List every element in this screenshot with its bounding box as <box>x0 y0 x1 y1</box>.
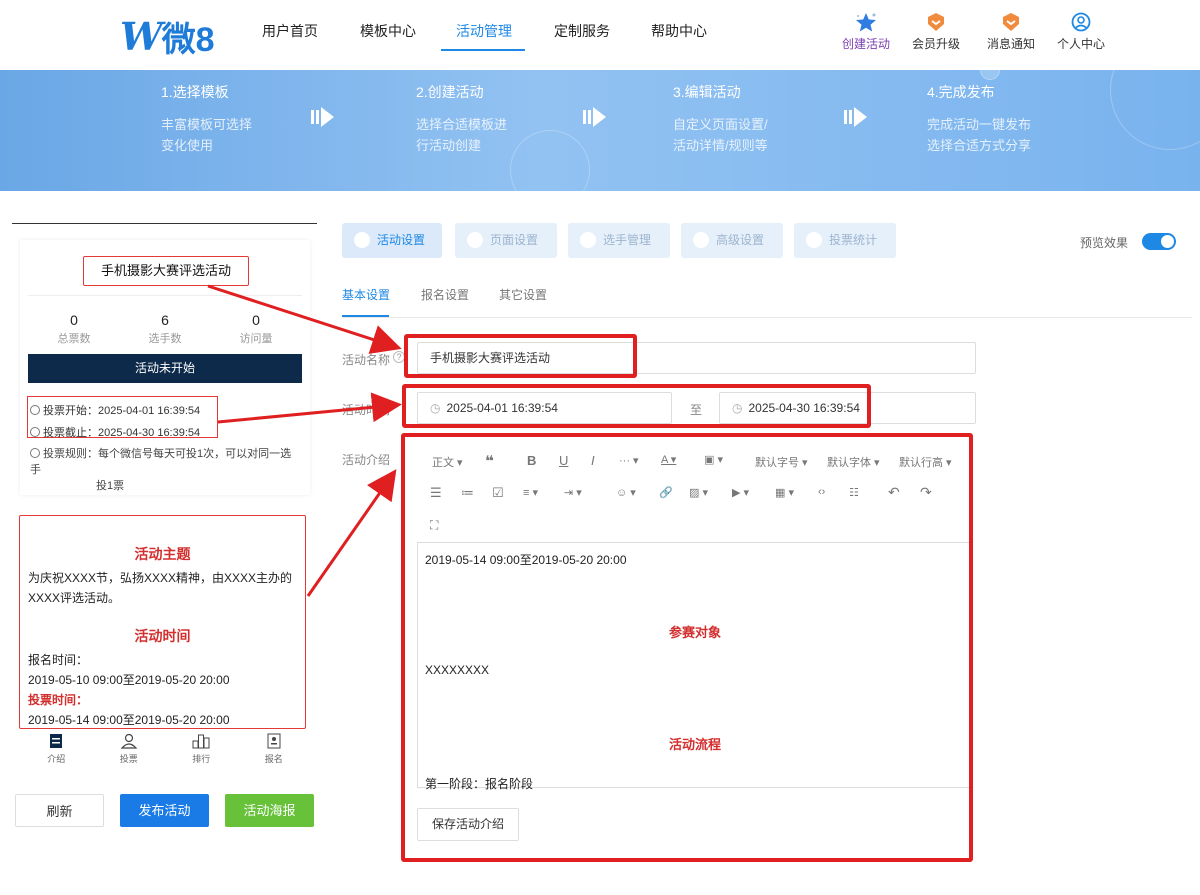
arrow-title-to-name <box>207 284 402 354</box>
annotation-arrows <box>207 284 402 597</box>
arrow-vote-to-time <box>217 392 402 424</box>
arrow-intro-to-editor <box>306 469 397 597</box>
